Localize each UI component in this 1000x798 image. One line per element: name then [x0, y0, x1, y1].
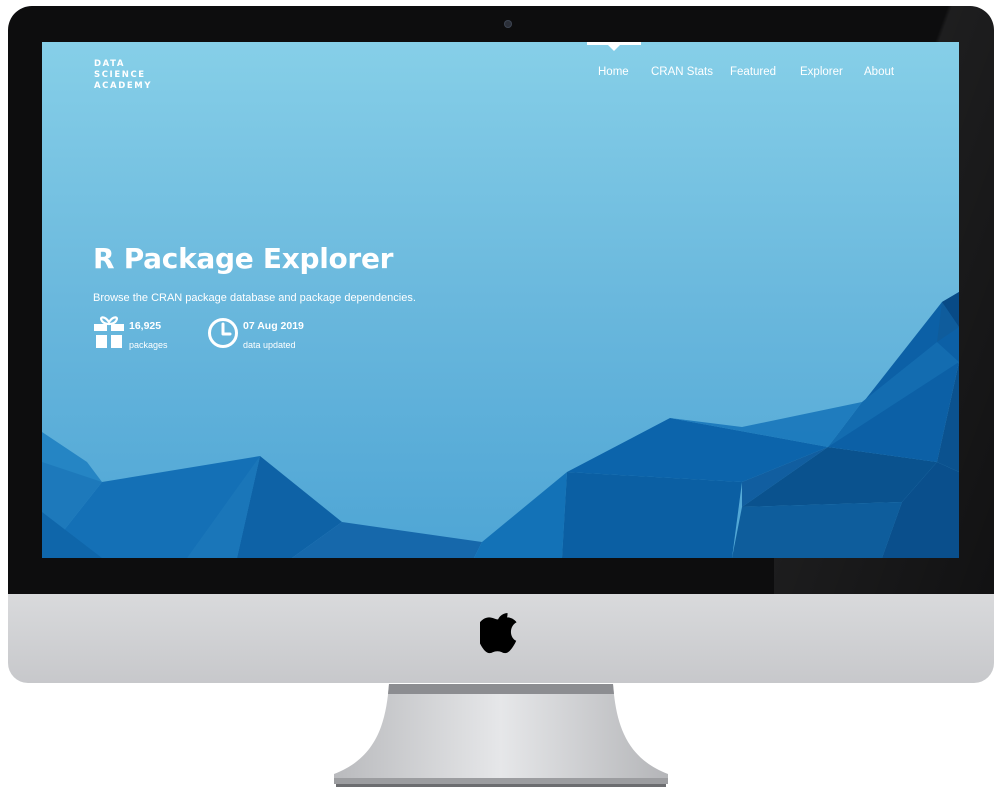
- stat-value: 07 Aug 2019: [243, 320, 304, 332]
- stat-label: packages: [129, 340, 168, 350]
- apple-logo-icon: [480, 613, 517, 654]
- nav-item-explorer[interactable]: Explorer: [800, 66, 843, 78]
- page-subtitle: Browse the CRAN package database and pac…: [93, 292, 416, 304]
- page-title: R Package Explorer: [93, 242, 394, 275]
- screen: DATA SCIENCE ACADEMY Home CRAN Stats Fea…: [42, 42, 959, 558]
- active-nav-indicator: [587, 42, 641, 51]
- stat-label: data updated: [243, 340, 296, 350]
- webcam-icon: [504, 20, 512, 28]
- nav-item-home[interactable]: Home: [598, 66, 629, 78]
- nav-item-featured[interactable]: Featured: [730, 66, 776, 78]
- stat-value: 16,925: [129, 320, 162, 332]
- top-nav: Home CRAN Stats Featured Explorer About: [42, 66, 959, 84]
- nav-item-about[interactable]: About: [864, 66, 894, 78]
- nav-item-cran-stats[interactable]: CRAN Stats: [651, 66, 713, 78]
- clock-icon: [208, 318, 238, 348]
- monitor-stand: [334, 684, 668, 787]
- gift-icon: [94, 316, 124, 348]
